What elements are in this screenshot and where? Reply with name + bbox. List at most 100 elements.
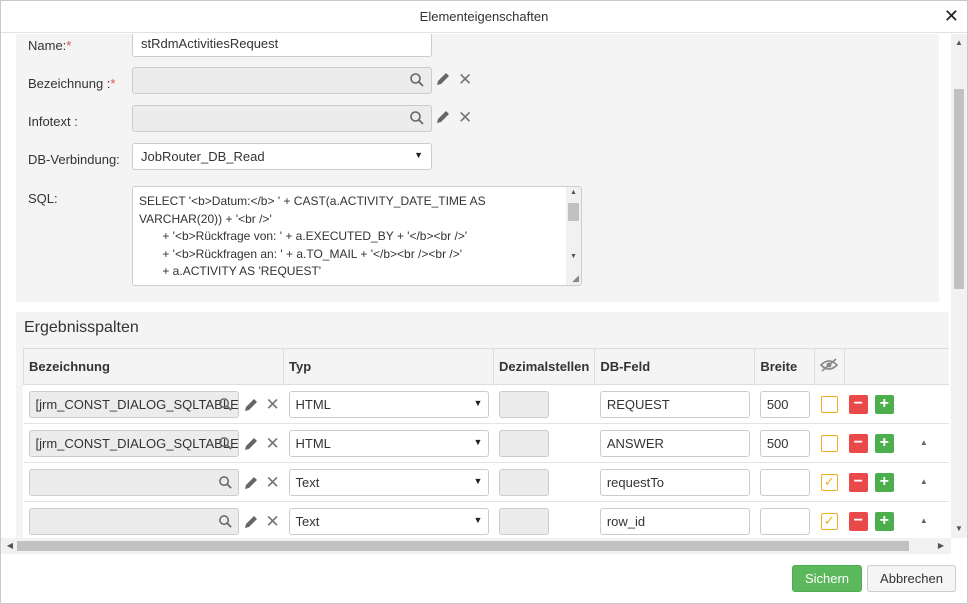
infotext-input[interactable] <box>132 105 432 132</box>
clear-icon[interactable]: ✕ <box>458 71 472 88</box>
search-icon[interactable] <box>409 72 425 88</box>
clear-icon[interactable]: ✕ <box>458 109 472 126</box>
row-typ-cell: HTML ▼ <box>283 423 494 463</box>
search-icon[interactable] <box>218 475 233 490</box>
row-breite-cell <box>754 462 815 502</box>
db-connection-select[interactable]: JobRouter_DB_Read ▼ <box>132 143 432 170</box>
clear-icon[interactable]: ✕ <box>266 474 280 491</box>
scroll-right-icon[interactable]: ▶ <box>934 538 948 554</box>
row-hidden-cell: ✓ <box>814 462 845 502</box>
hidden-checkbox[interactable] <box>820 396 838 413</box>
row-dbfeld-input[interactable]: row_id <box>599 508 750 535</box>
bezeichnung-input[interactable] <box>132 67 432 94</box>
search-icon[interactable] <box>218 397 233 412</box>
scroll-up-icon[interactable]: ▲ <box>570 189 577 196</box>
sql-scrollbar[interactable]: ▲ ▼ <box>566 187 581 285</box>
row-dbfeld-cell: requestTo <box>594 462 755 502</box>
clear-icon[interactable]: ✕ <box>266 513 280 530</box>
pencil-icon[interactable] <box>243 514 259 530</box>
required-marker: * <box>110 76 116 91</box>
result-columns-table: Bezeichnung Typ Dezimalstellen DB-Feld B… <box>23 348 949 538</box>
pencil-icon[interactable] <box>243 397 259 413</box>
bezeichnung-label: Bezeichnung :* <box>28 76 116 91</box>
name-label: Name:* <box>28 38 72 53</box>
sql-textarea[interactable]: SELECT '<b>Datum:</b> ' + CAST(a.ACTIVIT… <box>132 186 582 286</box>
row-breite-cell: 500 <box>754 384 815 424</box>
remove-row-button[interactable]: − <box>848 395 868 414</box>
table-row: [jrm_CONST_DIALOG_SQLTABLE ✕ HTML ▼ REQU… <box>23 384 949 424</box>
row-bezeichnung-input[interactable] <box>28 508 239 535</box>
add-row-button[interactable]: + <box>874 434 894 453</box>
row-bezeichnung-input[interactable]: [jrm_CONST_DIALOG_SQLTABLE <box>28 391 239 418</box>
move-up-icon[interactable]: ▲ <box>920 516 928 525</box>
row-breite-input[interactable]: 500 <box>759 391 810 418</box>
sql-label: SQL: <box>28 191 58 206</box>
scroll-up-icon[interactable]: ▲ <box>951 36 967 50</box>
remove-row-button[interactable]: − <box>848 434 868 453</box>
row-hidden-cell <box>814 384 845 424</box>
sql-scroll-thumb[interactable] <box>568 203 579 221</box>
add-row-button[interactable]: + <box>874 395 894 414</box>
name-input[interactable]: stRdmActivitiesRequest <box>132 34 432 57</box>
add-row-button[interactable]: + <box>874 473 894 492</box>
row-breite-input[interactable] <box>759 508 810 535</box>
row-bezeichnung-input[interactable] <box>28 469 239 496</box>
row-typ-select[interactable]: Text <box>288 508 489 535</box>
dialog-content: Name:* stRdmActivitiesRequest Bezeichnun… <box>1 34 951 538</box>
row-dbfeld-input[interactable]: REQUEST <box>599 391 750 418</box>
row-dbfeld-input[interactable]: requestTo <box>599 469 750 496</box>
add-row-button[interactable]: + <box>874 512 894 531</box>
close-icon[interactable]: ✕ <box>944 6 959 26</box>
hidden-checkbox[interactable] <box>820 435 838 452</box>
column-header-breite: Breite <box>754 348 816 385</box>
move-up-icon[interactable]: ▲ <box>920 477 928 486</box>
row-bezeichnung-input[interactable]: [jrm_CONST_DIALOG_SQLTABLE <box>28 430 239 457</box>
row-breite-input[interactable]: 500 <box>759 430 810 457</box>
row-dbfeld-input[interactable]: ANSWER <box>599 430 750 457</box>
table-row: ✕ Text ▼ requestTo ✓ − + ▲ <box>23 462 949 502</box>
row-dezimal-input[interactable] <box>498 430 549 457</box>
table-row: ✕ Text ▼ row_id ✓ − + ▲ <box>23 501 949 538</box>
remove-row-button[interactable]: − <box>848 473 868 492</box>
column-header-bezeichnung: Bezeichnung <box>23 348 284 385</box>
remove-row-button[interactable]: − <box>848 512 868 531</box>
row-typ-select[interactable]: HTML <box>288 430 489 457</box>
row-dezimal-cell <box>493 384 595 424</box>
save-button[interactable]: Sichern <box>792 565 862 592</box>
row-typ-select[interactable]: HTML <box>288 391 489 418</box>
row-breite-input[interactable] <box>759 469 810 496</box>
resize-grip-icon[interactable]: ◢ <box>572 273 579 284</box>
horizontal-scrollbar[interactable]: ◀ ▶ <box>1 538 951 554</box>
row-dezimal-input[interactable] <box>498 469 549 496</box>
search-icon[interactable] <box>218 514 233 529</box>
move-up-icon[interactable]: ▲ <box>920 438 928 447</box>
horizontal-scroll-thumb[interactable] <box>17 541 909 551</box>
search-icon[interactable] <box>409 110 425 126</box>
scroll-down-icon[interactable]: ▼ <box>570 253 577 260</box>
row-actions-cell: − + ▲ <box>844 462 949 502</box>
clear-icon[interactable]: ✕ <box>266 435 280 452</box>
clear-icon[interactable]: ✕ <box>266 396 280 413</box>
scroll-down-icon[interactable]: ▼ <box>951 522 967 536</box>
vertical-scroll-thumb[interactable] <box>954 89 964 289</box>
pencil-icon[interactable] <box>243 436 259 452</box>
properties-panel: Name:* stRdmActivitiesRequest Bezeichnun… <box>16 34 939 302</box>
search-icon[interactable] <box>218 436 233 451</box>
row-dezimal-input[interactable] <box>498 391 549 418</box>
row-typ-cell: HTML ▼ <box>283 384 494 424</box>
row-typ-select[interactable]: Text <box>288 469 489 496</box>
hidden-checkbox[interactable]: ✓ <box>820 513 838 530</box>
row-bezeichnung-cell: [jrm_CONST_DIALOG_SQLTABLE ✕ <box>23 384 284 424</box>
row-bezeichnung-cell: ✕ <box>23 501 284 538</box>
pencil-icon[interactable] <box>435 109 451 125</box>
row-dezimal-input[interactable] <box>498 508 549 535</box>
hidden-checkbox[interactable]: ✓ <box>820 474 838 491</box>
infotext-label: Infotext : <box>28 114 78 129</box>
scroll-left-icon[interactable]: ◀ <box>3 538 17 554</box>
vertical-scrollbar[interactable]: ▲ ▼ <box>951 34 967 538</box>
pencil-icon[interactable] <box>435 71 451 87</box>
pencil-icon[interactable] <box>243 475 259 491</box>
row-hidden-cell: ✓ <box>814 501 845 538</box>
column-header-dezimalstellen: Dezimalstellen <box>492 348 596 385</box>
cancel-button[interactable]: Abbrechen <box>867 565 956 592</box>
